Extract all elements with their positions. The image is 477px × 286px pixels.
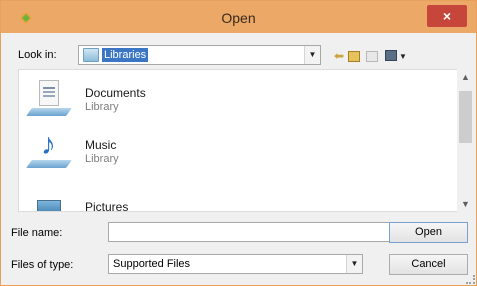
list-item[interactable]: ♪ Music Library (19, 126, 439, 176)
file-name-label: File name: (11, 227, 63, 239)
scroll-up-icon[interactable]: ▲ (457, 69, 474, 85)
look-in-dropdown[interactable]: Libraries ▼ (78, 45, 321, 65)
item-name: Music (85, 138, 117, 152)
file-type-value: Supported Files (113, 258, 191, 270)
close-button[interactable]: × (427, 5, 467, 27)
chevron-down-icon[interactable]: ▼ (346, 255, 362, 273)
views-menu-icon[interactable]: ▼ (385, 50, 407, 62)
views-grid-icon (385, 50, 397, 61)
pictures-library-icon (27, 186, 71, 211)
item-name: Documents (85, 86, 146, 100)
scrollbar-thumb[interactable] (459, 91, 472, 143)
cancel-button[interactable]: Cancel (389, 254, 468, 275)
documents-library-icon (26, 78, 72, 118)
music-library-icon: ♪ (26, 130, 72, 170)
file-name-input[interactable] (108, 222, 393, 242)
back-icon[interactable]: ⬅ (332, 49, 346, 63)
chevron-down-icon[interactable]: ▼ (304, 46, 320, 64)
file-type-label: Files of type: (11, 259, 74, 271)
item-type: Library (85, 153, 119, 165)
item-type: Library (85, 101, 119, 113)
file-type-dropdown[interactable]: Supported Files ▼ (108, 254, 363, 274)
scroll-down-icon[interactable]: ▼ (457, 196, 474, 212)
resize-grip-icon[interactable] (466, 275, 475, 284)
libraries-folder-icon (83, 48, 99, 62)
open-dialog: Open × Look in: Libraries ▼ ⬅ ▼ Document… (0, 0, 477, 286)
new-folder-icon[interactable] (366, 51, 378, 62)
window-title: Open (221, 10, 256, 26)
title-bar[interactable]: Open × (1, 1, 476, 33)
file-list[interactable]: Documents Library ♪ Music Library Pictur… (18, 69, 474, 212)
vertical-scrollbar[interactable]: ▲ ▼ (457, 69, 474, 212)
list-item[interactable]: Documents Library (19, 74, 439, 124)
look-in-label: Look in: (18, 49, 57, 61)
look-in-value: Libraries (102, 48, 149, 62)
up-folder-icon[interactable] (348, 51, 360, 62)
item-name: Pictures (85, 200, 129, 212)
list-item[interactable]: Pictures (19, 182, 439, 212)
caret-down-icon: ▼ (399, 52, 407, 61)
look-in-row: Look in: Libraries ▼ ⬅ ▼ (1, 41, 476, 69)
open-button[interactable]: Open (389, 222, 468, 243)
